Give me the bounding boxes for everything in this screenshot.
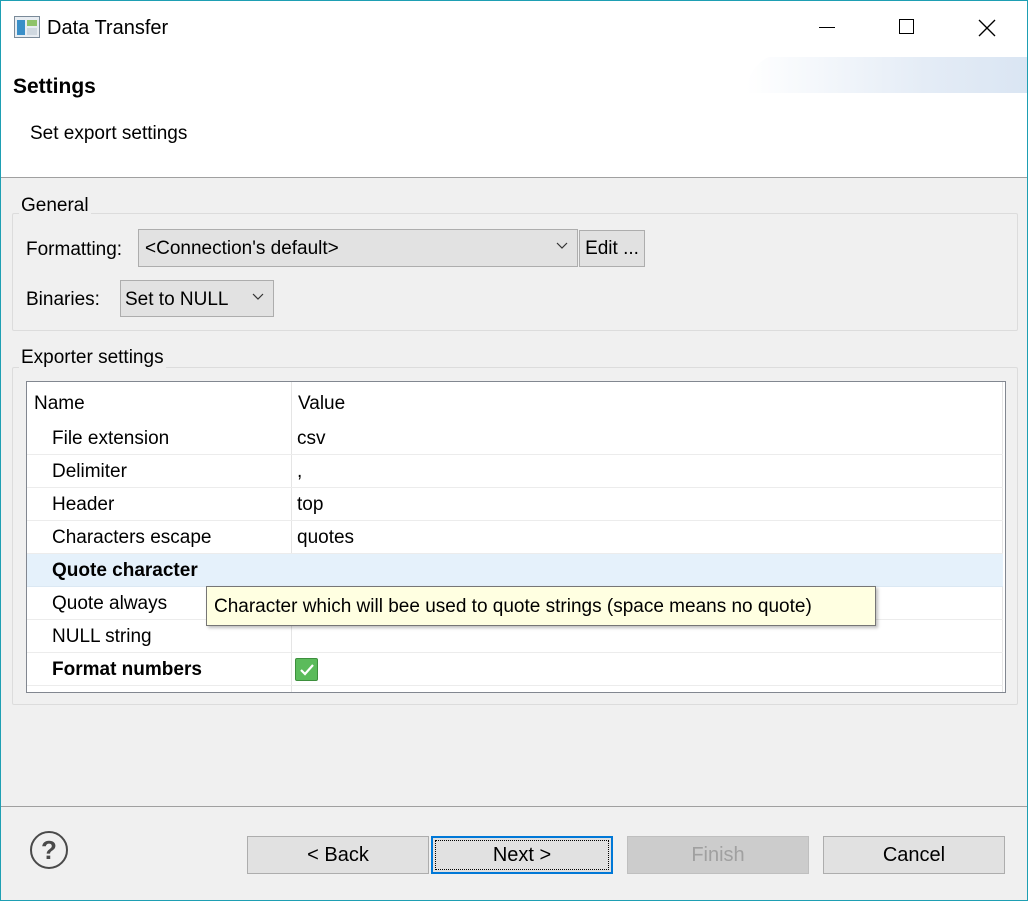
property-value[interactable]: csv [297, 428, 326, 450]
back-button[interactable]: < Back [247, 836, 429, 874]
title-bar[interactable]: Data Transfer [1, 1, 1027, 57]
property-value[interactable]: , [297, 461, 302, 483]
property-name: Quote character [52, 560, 198, 581]
dialog-window: Data Transfer Settings Set export settin… [0, 0, 1028, 901]
column-header-name[interactable]: Name [34, 393, 85, 415]
exporter-settings-group-label: Exporter settings [19, 347, 166, 369]
format-numbers-checkbox[interactable] [295, 658, 318, 681]
window-title: Data Transfer [47, 17, 169, 39]
help-icon[interactable]: ? [30, 831, 68, 869]
page-title: Settings [13, 75, 96, 98]
property-name: Characters escape [52, 527, 212, 548]
page-description: Set export settings [30, 123, 188, 144]
table-row[interactable]: Delimiter , [27, 455, 1003, 488]
close-icon [978, 19, 996, 37]
tooltip: Character which will bee used to quote s… [206, 586, 876, 626]
footer-separator [1, 806, 1027, 807]
header-banner-graphic [746, 57, 1027, 93]
edit-formatting-button[interactable]: Edit ... [579, 230, 645, 267]
formatting-select-value: <Connection's default> [145, 238, 339, 259]
finish-button[interactable]: Finish [627, 836, 809, 874]
table-row[interactable]: Characters escape quotes [27, 521, 1003, 554]
column-header-value[interactable]: Value [298, 393, 345, 415]
data-transfer-app-icon [14, 16, 40, 38]
maximize-button[interactable] [884, 9, 930, 47]
formatting-label: Formatting: [26, 239, 123, 260]
property-name: Format numbers [52, 659, 202, 680]
minimize-button[interactable] [803, 9, 849, 47]
cancel-button[interactable]: Cancel [823, 836, 1005, 874]
property-name: Delimiter [52, 461, 127, 482]
tooltip-text: Character which will bee used to quote s… [214, 596, 812, 617]
table-row[interactable]: Format numbers [27, 653, 1003, 686]
general-group-label: General [19, 195, 91, 217]
close-button[interactable] [964, 9, 1010, 47]
property-name: Quote always [52, 593, 168, 614]
page-header: Settings Set export settings [1, 57, 1027, 178]
formatting-select[interactable]: <Connection's default> [138, 229, 578, 267]
binaries-select-value: Set to NULL [125, 289, 229, 310]
chevron-down-icon [252, 293, 264, 300]
binaries-label: Binaries: [26, 289, 100, 310]
table-row[interactable]: File extension csv [27, 422, 1003, 455]
property-value[interactable]: quotes [297, 527, 354, 549]
binaries-select[interactable]: Set to NULL [120, 280, 274, 317]
property-value[interactable]: top [297, 494, 323, 516]
property-name: File extension [52, 428, 170, 449]
next-button[interactable]: Next > [431, 836, 613, 874]
exporter-settings-table[interactable]: Name Value File extension csv Delimiter … [26, 381, 1006, 693]
table-row-selected[interactable]: Quote character [27, 554, 1003, 587]
chevron-down-icon [556, 242, 568, 249]
property-name: Header [52, 494, 115, 515]
property-name: NULL string [52, 626, 152, 647]
checkmark-icon [300, 664, 314, 676]
table-row[interactable]: Header top [27, 488, 1003, 521]
